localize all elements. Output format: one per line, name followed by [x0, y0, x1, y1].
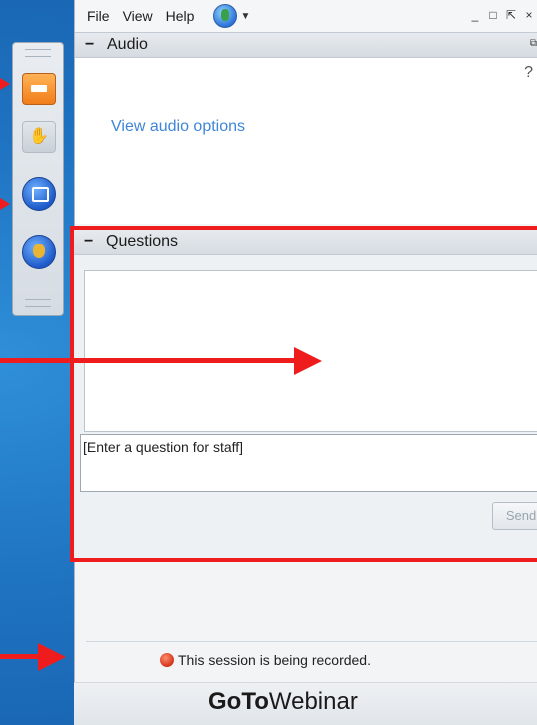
questions-pane: − Questions ⧉ [Enter a question for staf… [70, 226, 537, 562]
annotation-arrow-recording-head [38, 643, 66, 671]
question-input[interactable]: [Enter a question for staff] [80, 434, 537, 492]
menu-view[interactable]: View [123, 8, 153, 24]
toolbar-grip-bottom[interactable] [25, 299, 51, 307]
recording-status: This session is being recorded. [160, 652, 371, 668]
audio-collapse-button[interactable]: − [85, 36, 101, 54]
menu-file[interactable]: File [87, 8, 110, 24]
annotation-arrow-toolbar-top [0, 78, 10, 90]
close-button[interactable]: × [523, 8, 535, 22]
send-button[interactable]: Send [492, 502, 537, 530]
questions-header: − Questions ⧉ [74, 230, 537, 255]
questions-title: Questions [106, 233, 178, 251]
audio-header: − Audio ⧉ [75, 32, 537, 58]
audio-popout-icon[interactable]: ⧉ [530, 38, 537, 49]
screen-view-button[interactable] [22, 177, 56, 211]
brand-logo: GoToWebinar [208, 688, 358, 716]
annotation-arrow-questions-line [0, 358, 296, 363]
menu-bar: File View Help ▼ _ □ ⇱ × [75, 0, 537, 32]
recording-text: This session is being recorded. [178, 652, 371, 668]
recording-dot-icon [160, 653, 174, 667]
toolbar-grip-top[interactable] [25, 49, 51, 57]
questions-collapse-button[interactable]: − [84, 233, 100, 251]
raise-hand-button[interactable]: ✋ [22, 121, 56, 153]
popout-button[interactable]: ⇱ [505, 8, 517, 22]
window-controls: _ □ ⇱ × [469, 8, 535, 22]
menu-help[interactable]: Help [166, 8, 195, 24]
chevron-down-icon: ▼ [240, 11, 250, 22]
language-menu[interactable]: ▼ [213, 4, 250, 28]
floating-toolbar: ✋ [12, 42, 64, 316]
audio-title: Audio [107, 36, 148, 54]
raise-hand-icon: ✋ [29, 128, 49, 145]
show-hide-panel-button[interactable] [22, 73, 56, 105]
annotation-arrow-toolbar-mid [0, 198, 10, 210]
footer-divider [86, 641, 537, 642]
annotation-arrow-questions-head [294, 347, 322, 375]
globe-icon [213, 4, 237, 28]
audio-pane: ? View audio options [75, 58, 537, 224]
annotation-arrow-recording-line [0, 654, 40, 659]
view-audio-options-link[interactable]: View audio options [111, 118, 245, 136]
restore-button[interactable]: □ [487, 8, 499, 22]
webinar-tools-button[interactable] [22, 235, 56, 269]
audio-help-button[interactable]: ? [524, 64, 533, 82]
minimize-button[interactable]: _ [469, 8, 481, 22]
